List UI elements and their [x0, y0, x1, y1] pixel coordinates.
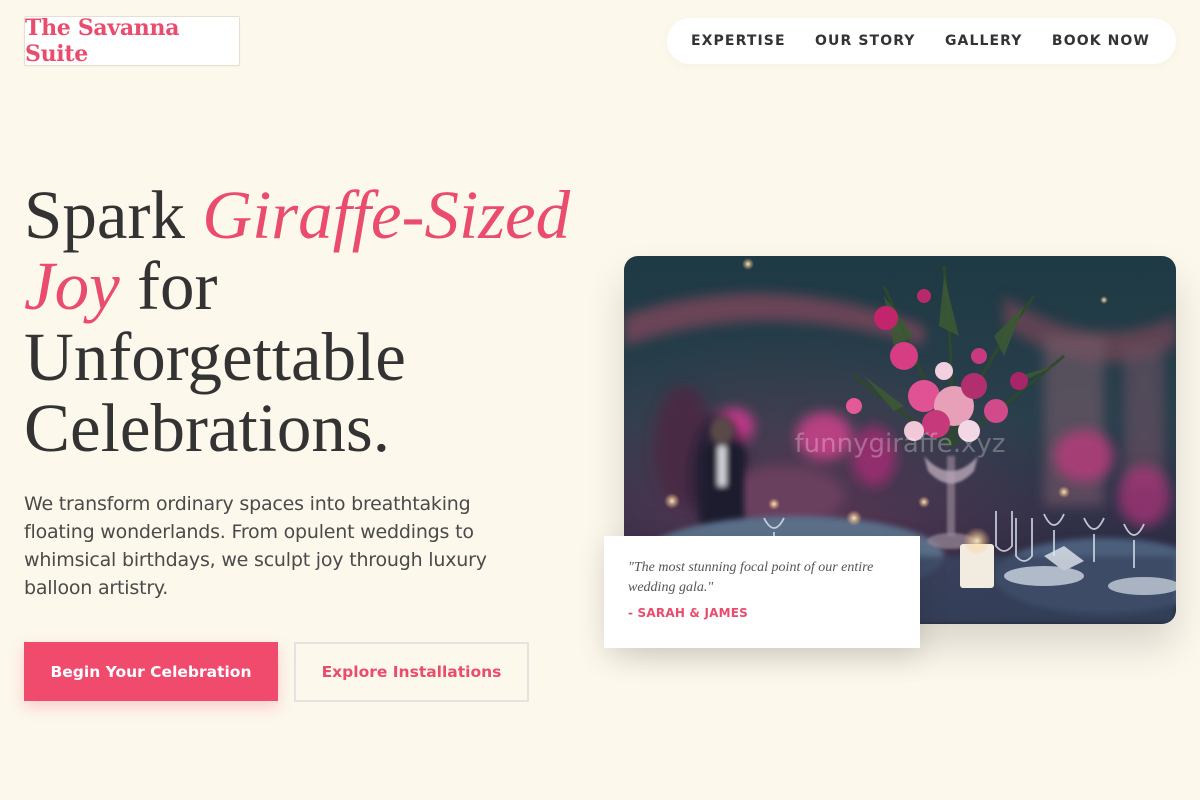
main-nav: EXPERTISE OUR STORY GALLERY BOOK NOW	[667, 18, 1176, 64]
testimonial-quote: "The most stunning focal point of our en…	[628, 560, 874, 595]
hero-description: We transform ordinary spaces into breath…	[24, 493, 487, 599]
nav-link-book-now[interactable]: BOOK NOW	[1052, 33, 1150, 49]
logo[interactable]: The Savanna Suite	[24, 15, 240, 67]
hero-title: Spark Giraffe-Sized Joy for Unforgettabl…	[24, 180, 584, 464]
begin-celebration-button[interactable]: Begin Your Celebration	[24, 642, 278, 701]
page: The Savanna Suite EXPERTISE OUR STORY GA…	[0, 0, 1200, 800]
testimonial-card: "The most stunning focal point of our en…	[604, 536, 920, 648]
nav-link-gallery[interactable]: GALLERY	[945, 33, 1023, 49]
testimonial-author: - SARAH & JAMES	[628, 606, 749, 620]
explore-installations-button[interactable]: Explore Installations	[294, 642, 529, 702]
nav-link-our-story[interactable]: OUR STORY	[815, 33, 916, 49]
watermark-text: funnygiraffe.xyz	[795, 429, 1006, 459]
hero-title-start: Spark	[24, 177, 203, 253]
nav-link-expertise[interactable]: EXPERTISE	[691, 33, 786, 49]
